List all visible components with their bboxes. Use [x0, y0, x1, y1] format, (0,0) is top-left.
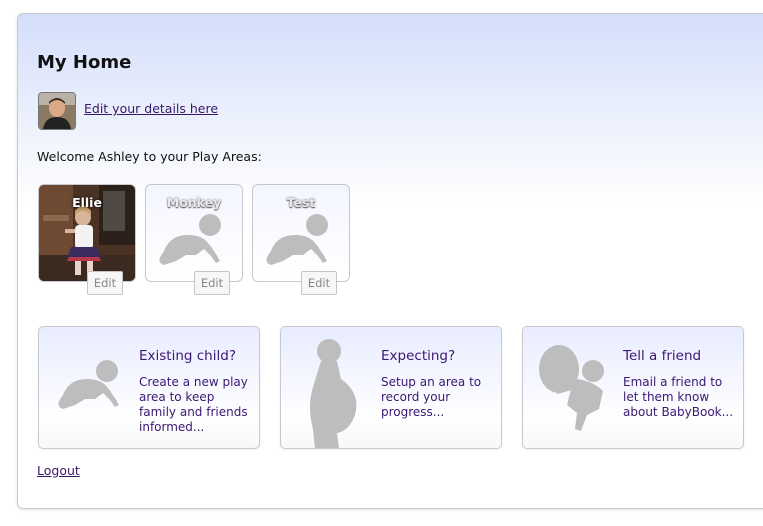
edit-play-area-button[interactable]: Edit — [301, 271, 337, 295]
crawling-baby-icon — [266, 214, 328, 265]
card-description: Create a new play area to keep family an… — [139, 375, 248, 434]
welcome-text: Welcome Ashley to your Play Areas: — [37, 149, 262, 164]
logout-link[interactable]: Logout — [37, 463, 80, 478]
expecting-card[interactable]: Expecting? Setup an area to record your … — [280, 326, 502, 449]
card-title: Expecting? — [381, 348, 456, 364]
crawling-baby-icon — [159, 214, 221, 265]
user-photo — [39, 93, 75, 129]
play-area-ellie[interactable]: Ellie — [38, 184, 136, 282]
play-area-monkey[interactable]: Monkey — [145, 184, 243, 282]
play-area-test[interactable]: Test — [252, 184, 350, 282]
card-description: Email a friend to let them know about Ba… — [623, 375, 734, 419]
edit-play-area-button[interactable]: Edit — [194, 271, 230, 295]
pregnant-woman-icon — [310, 339, 357, 448]
edit-details-link[interactable]: Edit your details here — [84, 101, 218, 116]
avatar[interactable] — [38, 92, 76, 130]
crawling-baby-icon — [58, 360, 119, 409]
edit-play-area-button[interactable]: Edit — [87, 271, 123, 295]
existing-child-card[interactable]: Existing child? Create a new play area t… — [38, 326, 260, 449]
baby-with-balloon-icon — [539, 345, 604, 431]
card-description: Setup an area to record your progress... — [381, 375, 482, 419]
card-title: Existing child? — [139, 348, 236, 364]
play-area-name: Ellie — [72, 195, 102, 210]
play-area-name: Monkey — [166, 195, 222, 210]
play-area-name: Test — [286, 195, 316, 210]
tell-a-friend-card[interactable]: Tell a friend Email a friend to let them… — [522, 326, 744, 449]
page-title: My Home — [37, 52, 132, 73]
card-title: Tell a friend — [623, 348, 702, 364]
